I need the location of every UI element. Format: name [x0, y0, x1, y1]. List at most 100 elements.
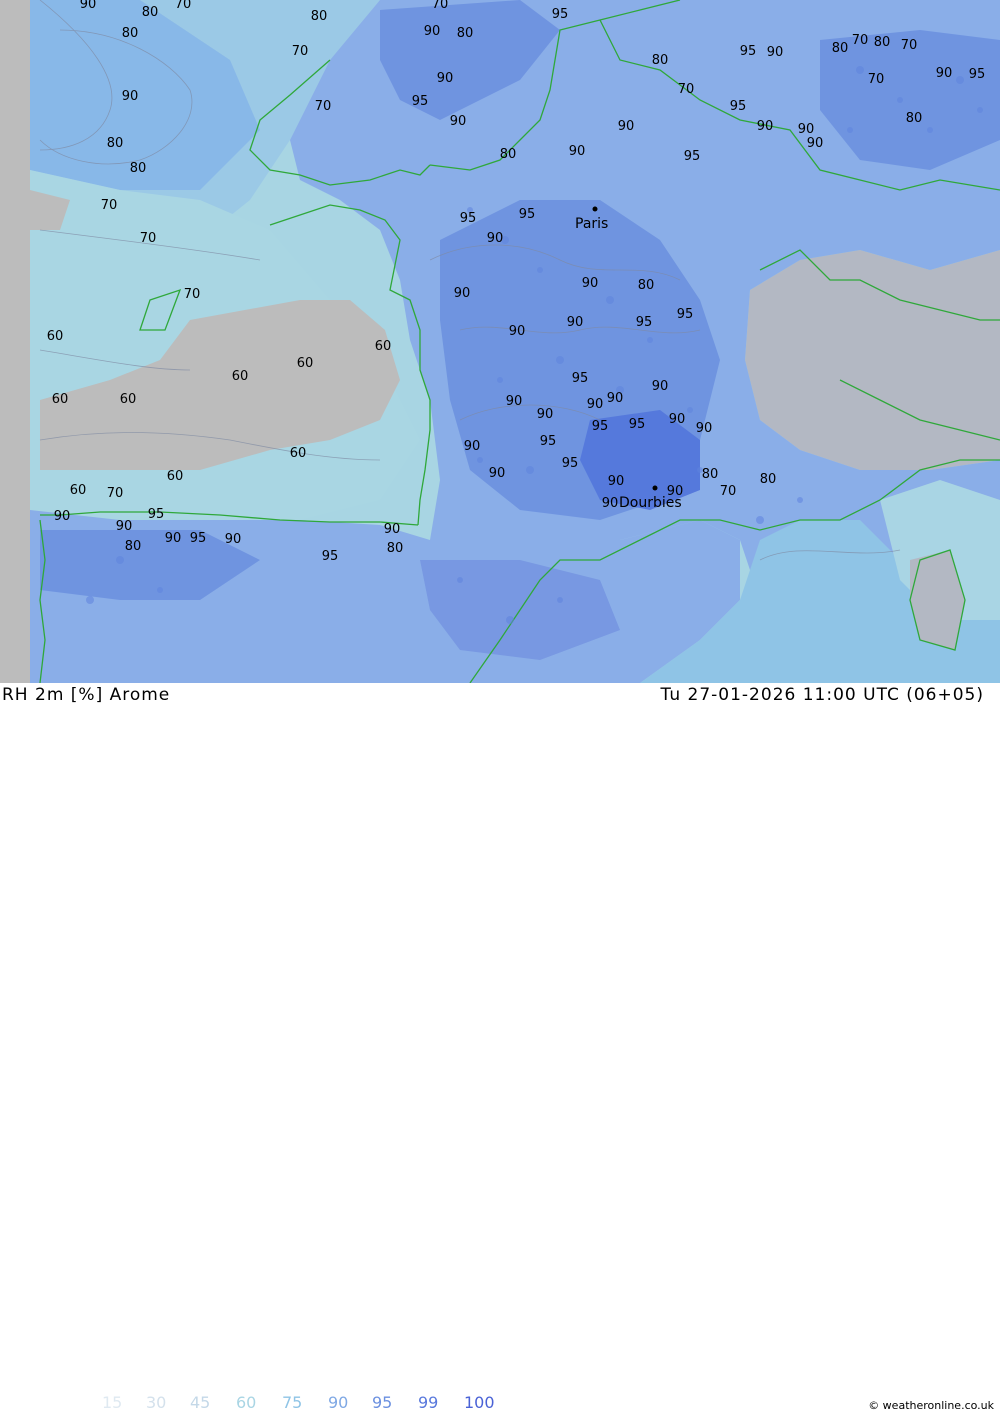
contour-label: 60 [297, 356, 314, 371]
contour-label: 90 [582, 276, 599, 291]
contour-label: 60 [52, 392, 69, 407]
map-footer: RH 2m [%] Arome Tu 27-01-2026 11:00 UTC … [0, 683, 1000, 1412]
contour-label: 90 [464, 439, 481, 454]
contour-label: 90 [437, 71, 454, 86]
legend-item: 75 [282, 1393, 303, 1412]
contour-label: 80 [387, 541, 404, 556]
contour-label: 90 [602, 496, 619, 511]
contour-label: 95 [629, 417, 646, 432]
contour-label: 80 [125, 539, 142, 554]
contour-label: 80 [107, 136, 124, 151]
legend-item: 60 [236, 1393, 257, 1412]
contour-label: 95 [740, 44, 757, 59]
contour-label: 70 [292, 44, 309, 59]
contour-label: 70 [175, 0, 192, 12]
contour-label: 60 [70, 483, 87, 498]
contour-label: 90 [165, 531, 182, 546]
dry-area-alps [745, 250, 1000, 470]
contour-label: 95 [552, 7, 569, 22]
contour-label: 95 [677, 307, 694, 322]
legend-item: 99 [418, 1393, 439, 1412]
contour-label: 95 [540, 434, 557, 449]
variable-title: RH 2m [%] Arome [2, 685, 171, 705]
contour-label: 70 [852, 33, 869, 48]
contour-label: 80 [702, 467, 719, 482]
contour-label: 80 [832, 41, 849, 56]
contour-label: 95 [572, 371, 589, 386]
contour-label: 70 [315, 99, 332, 114]
credit-text[interactable]: © weatheronline.co.uk [868, 1399, 994, 1412]
contour-label: 90 [798, 122, 815, 137]
contour-label: 90 [454, 286, 471, 301]
contour-label: 80 [500, 147, 517, 162]
contour-label: 80 [638, 278, 655, 293]
contour-label: 90 [567, 315, 584, 330]
contour-label: 90 [757, 119, 774, 134]
contour-label: 70 [432, 0, 449, 12]
contour-label: 95 [684, 149, 701, 164]
contour-label: 70 [184, 287, 201, 302]
left-edge-strip [0, 0, 30, 683]
legend-item: 90 [328, 1393, 349, 1412]
contour-label: 95 [190, 531, 207, 546]
legend-item: 30 [146, 1393, 167, 1412]
contour-label: 60 [167, 469, 184, 484]
city-label-paris[interactable]: Paris [575, 216, 608, 232]
contour-label: 60 [47, 329, 64, 344]
contour-label: 60 [375, 339, 392, 354]
contour-label: 80 [142, 5, 159, 20]
contour-label: 90 [116, 519, 133, 534]
humidity-map[interactable]: Paris Dourbies 9080708080709070808070707… [0, 0, 1000, 683]
contour-label: 90 [54, 509, 71, 524]
contour-label: 90 [122, 89, 139, 104]
contour-label: 90 [607, 391, 624, 406]
contour-label: 95 [636, 315, 653, 330]
city-dot-dourbies [652, 485, 658, 491]
contour-label: 95 [519, 207, 536, 222]
contour-label: 90 [652, 379, 669, 394]
contour-label: 90 [506, 394, 523, 409]
contour-label: 95 [412, 94, 429, 109]
contour-label: 90 [569, 144, 586, 159]
contour-label: 95 [322, 549, 339, 564]
contour-label: 80 [906, 111, 923, 126]
contour-label: 90 [450, 114, 467, 129]
contour-label: 80 [457, 26, 474, 41]
contour-label: 90 [936, 66, 953, 81]
contour-label: 70 [901, 38, 918, 53]
legend-item: 95 [372, 1393, 393, 1412]
contour-label: 70 [720, 484, 737, 499]
forecast-datetime: Tu 27-01-2026 11:00 UTC (06+05) [660, 685, 984, 705]
contour-label: 90 [384, 522, 401, 537]
contour-label: 90 [587, 397, 604, 412]
contour-label: 90 [608, 474, 625, 489]
contour-label: 70 [107, 486, 124, 501]
contour-label: 90 [225, 532, 242, 547]
contour-label: 90 [424, 24, 441, 39]
contour-label: 70 [678, 82, 695, 97]
contour-label: 80 [311, 9, 328, 24]
contour-label: 90 [696, 421, 713, 436]
legend-item: 100 [464, 1393, 495, 1412]
contour-label: 95 [592, 419, 609, 434]
contour-label: 95 [969, 67, 986, 82]
contour-label: 90 [537, 407, 554, 422]
contour-label: 90 [80, 0, 97, 12]
contour-label: 90 [489, 466, 506, 481]
contour-label: 90 [669, 412, 686, 427]
contour-label: 70 [101, 198, 118, 213]
contour-label: 90 [667, 484, 684, 499]
contour-label: 60 [120, 392, 137, 407]
contour-label: 80 [760, 472, 777, 487]
contour-label: 95 [148, 507, 165, 522]
contour-label: 80 [122, 26, 139, 41]
legend-item: 45 [190, 1393, 211, 1412]
contour-label: 70 [868, 72, 885, 87]
legend-item: 15 [102, 1393, 123, 1412]
contour-label: 70 [140, 231, 157, 246]
city-dot-paris [592, 206, 598, 212]
contour-label: 90 [807, 136, 824, 151]
contour-label: 80 [130, 161, 147, 176]
contour-label: 90 [767, 45, 784, 60]
contour-label: 60 [232, 369, 249, 384]
